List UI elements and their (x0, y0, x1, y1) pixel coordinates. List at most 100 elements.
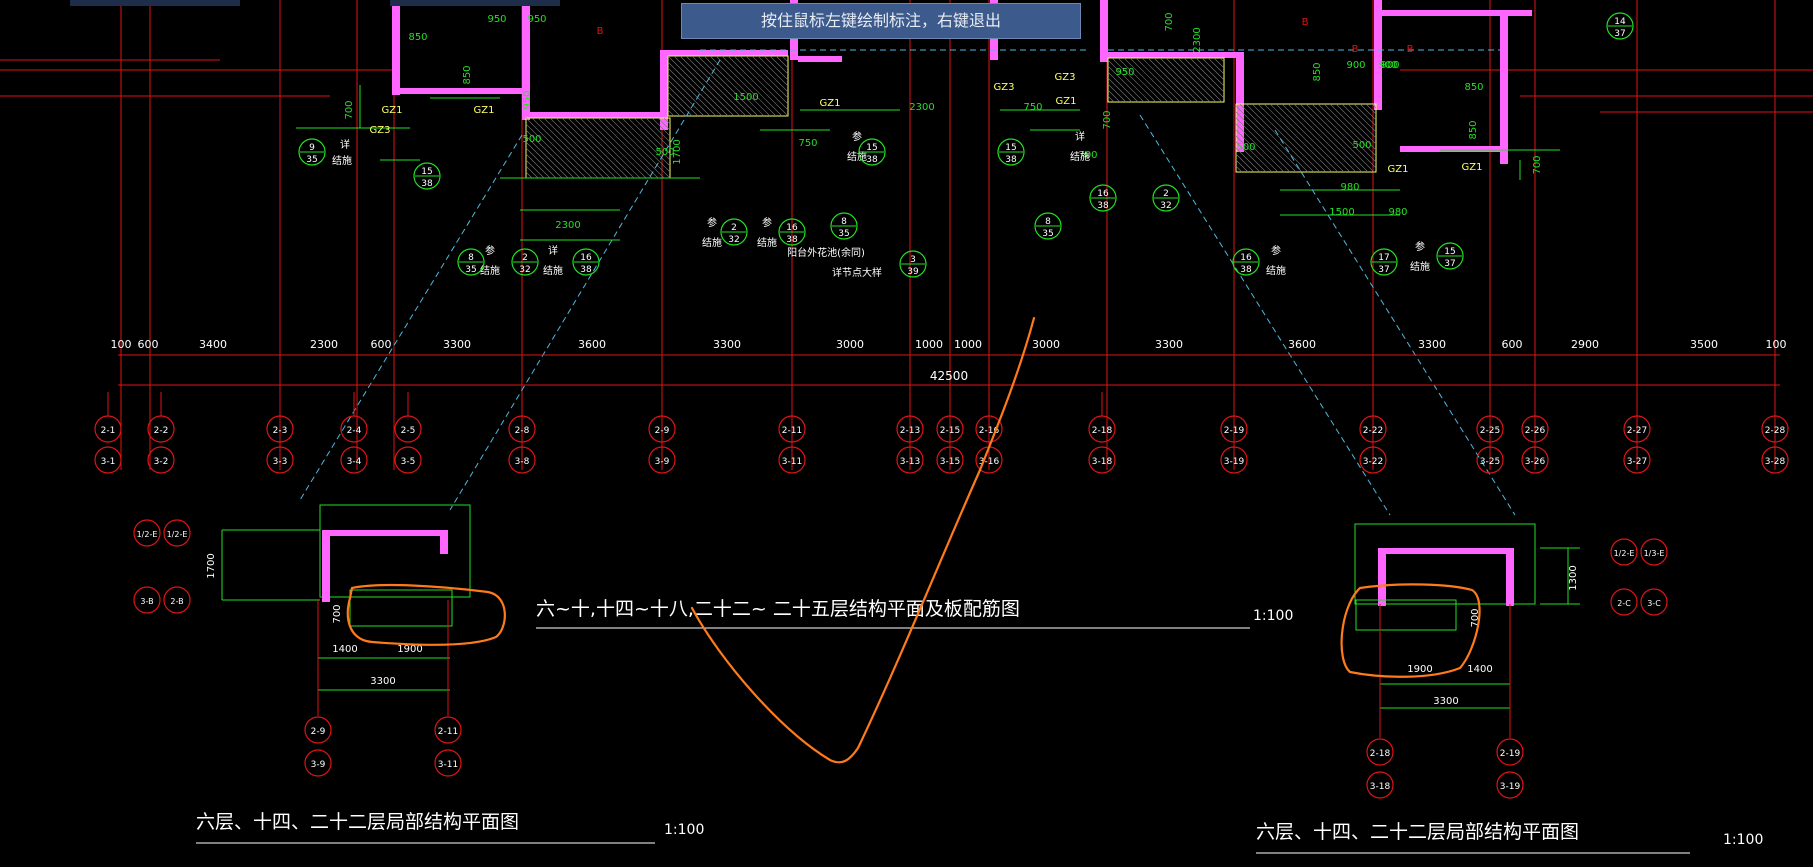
wall (392, 0, 400, 95)
axis-label: 2-9 (655, 426, 670, 436)
axis-label: 2-9 (311, 727, 326, 737)
axis-label: 3-19 (1500, 782, 1521, 792)
bubble-bottom: 38 (1005, 155, 1017, 165)
bubble-bottom: 35 (465, 265, 476, 275)
axis-label: 2-19 (1224, 426, 1245, 436)
span-dimension: 600 (371, 338, 392, 351)
plan-dimension: 950 (1115, 67, 1134, 78)
toolbar-strip-left (70, 0, 240, 6)
axis-label: 2-C (1617, 599, 1631, 608)
detail-dimension: 3300 (370, 676, 395, 687)
axis-label: 3-18 (1370, 782, 1391, 792)
axis-label: 3-11 (782, 457, 802, 467)
bubble-top: 16 (1240, 253, 1252, 263)
plan-tag: GZ1 (474, 105, 495, 116)
bubble-top: 9 (309, 143, 315, 153)
detail-dimension: 1400 (1467, 664, 1492, 675)
plan-dimension: 900 (1346, 60, 1365, 71)
detail-dimension: 1900 (1407, 664, 1432, 675)
plan-dimension: 850 (1468, 120, 1479, 139)
axis-label: 1/2-E (1614, 549, 1635, 558)
bubble-top: 2 (1163, 189, 1169, 199)
axis-label: 2-4 (347, 426, 362, 436)
plan-note: 结施 (1070, 150, 1090, 163)
axis-label: 3-15 (940, 457, 960, 467)
bubble-bottom: 38 (1097, 201, 1109, 211)
plan-dimension: 750 (798, 138, 817, 149)
wall (1100, 0, 1108, 62)
axis-label: 1/2-E (137, 530, 158, 539)
axis-label: 2-11 (438, 727, 458, 737)
span-dimension: 600 (138, 338, 159, 351)
wall (440, 530, 448, 554)
axis-label: 2-18 (1092, 426, 1113, 436)
bubble-top: 8 (468, 253, 474, 263)
axis-label: 1/2-E (167, 530, 188, 539)
bubble-top: 16 (580, 253, 592, 263)
plan-note: 参 (762, 216, 772, 229)
bubble-top: 17 (1378, 253, 1389, 263)
plan-note: 结施 (1410, 260, 1430, 273)
axis-label: 3-22 (1363, 457, 1383, 467)
plan-dimension: 1700 (672, 139, 683, 164)
span-dimension: 1000 (915, 338, 943, 351)
axis-label: 2-5 (401, 426, 416, 436)
plan-tag: GZ1 (820, 98, 841, 109)
plan-tag: GZ1 (1388, 164, 1409, 175)
axis-label: 2-22 (1363, 426, 1383, 436)
bubble-bottom: 38 (866, 155, 878, 165)
detail-dimension: 3300 (1433, 696, 1458, 707)
plan-note: 结施 (1266, 264, 1286, 277)
left-title-scale: 1:100 (664, 822, 704, 838)
span-dimension: 2300 (310, 338, 338, 351)
axis-label: 3-19 (1224, 457, 1245, 467)
axis-label: 2-B (170, 597, 183, 606)
bubble-top: 8 (1045, 217, 1051, 227)
plan-tag: B (1407, 44, 1414, 55)
plan-dimension: 980 (1388, 207, 1407, 218)
plan-dimension: 950 (522, 90, 533, 109)
plan-tag: B (1352, 44, 1359, 55)
axis-label: 2-27 (1627, 426, 1647, 436)
cad-drawing-canvas[interactable]: 850 950 950 850 700 950 1500 500 500 1700 2300 750 2… (0, 0, 1813, 867)
span-dimension: 3600 (578, 338, 606, 351)
axis-label: 2-13 (900, 426, 920, 436)
plan-tag: GZ3 (1055, 72, 1076, 83)
axis-label: 2-11 (782, 426, 802, 436)
wall (1506, 548, 1514, 606)
plan-note: 详 (548, 244, 558, 257)
plan-note: 详 (340, 138, 350, 151)
axis-label: 3-11 (438, 760, 458, 770)
toolbar-strip-mid (390, 0, 560, 6)
plan-tag: GZ1 (382, 105, 403, 116)
axis-label: 2-26 (1525, 426, 1546, 436)
axis-label: 3-C (1647, 599, 1661, 608)
plan-note: 详 (1075, 130, 1085, 143)
axis-label: 1/3-E (1644, 549, 1665, 558)
bubble-bottom: 38 (580, 265, 592, 275)
plan-note: 参 (852, 130, 862, 143)
left-title: 六层、十四、二十二层局部结构平面图 (196, 811, 519, 833)
axis-label: 3-5 (401, 457, 416, 467)
plan-note: 结施 (702, 236, 722, 249)
plan-dimension: 700 (1164, 12, 1175, 31)
axis-label: 3-9 (311, 760, 326, 770)
wall (530, 112, 660, 118)
plan-dimension: 500 (522, 134, 541, 145)
bubble-bottom: 32 (1160, 201, 1171, 211)
axis-label: 2-15 (940, 426, 960, 436)
plan-tag: B (1302, 17, 1309, 28)
plan-dimension: 850 (408, 32, 427, 43)
plan-dimension: 950 (487, 14, 506, 25)
axis-label: 3-26 (1525, 457, 1546, 467)
wall (798, 56, 842, 62)
plan-tag: GZ1 (1056, 96, 1077, 107)
wall (668, 50, 788, 56)
command-tooltip: 按住鼠标左键绘制标注，右键退出 (681, 3, 1081, 39)
detail-dimension: 700 (332, 604, 343, 623)
bubble-top: 15 (1005, 143, 1016, 153)
bubble-top: 14 (1614, 17, 1626, 27)
wall (1400, 146, 1500, 152)
plan-dimension: 700 (1532, 155, 1543, 174)
plan-dimension: 700 (1102, 110, 1113, 129)
